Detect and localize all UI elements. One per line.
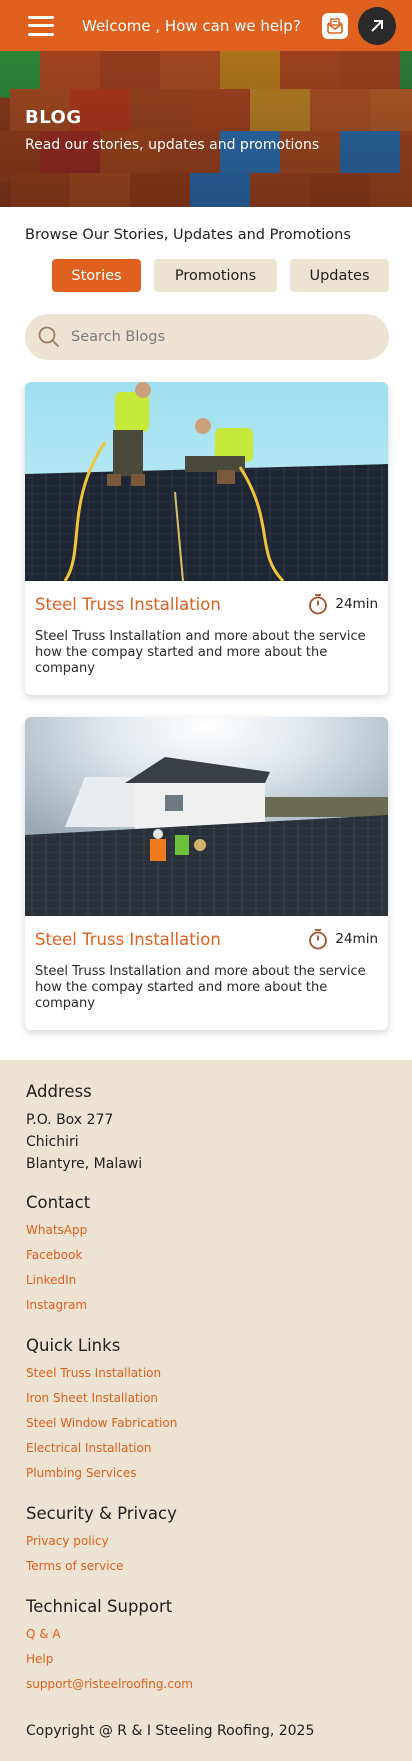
arrow-up-right-icon xyxy=(371,19,383,32)
blog-image-house-roof xyxy=(25,717,388,916)
address-line: Chichiri xyxy=(26,1134,79,1150)
mail-icon xyxy=(327,17,343,34)
copyright: Copyright @ R & I Steeling Roofing, 2025 xyxy=(26,1723,315,1739)
browse-heading: Browse Our Stories, Updates and Promotio… xyxy=(25,227,351,243)
blog-title[interactable]: Steel Truss Installation xyxy=(35,930,221,949)
footer-heading-security: Security & Privacy xyxy=(26,1504,177,1523)
address-line: Blantyre, Malawi xyxy=(26,1156,143,1172)
read-time: 24min xyxy=(307,928,378,950)
tab-promotions[interactable]: Promotions xyxy=(154,259,277,292)
blog-card[interactable]: Steel Truss Installation 24min Steel Tru… xyxy=(25,717,388,1030)
link-whatsapp[interactable]: WhatsApp xyxy=(26,1218,386,1243)
footer-heading-contact: Contact xyxy=(26,1193,91,1212)
link-plumbing[interactable]: Plumbing Services xyxy=(26,1461,386,1486)
tab-stories[interactable]: Stories xyxy=(52,259,141,292)
blog-tabs: Stories Promotions Updates xyxy=(0,259,412,292)
mail-button[interactable] xyxy=(322,12,348,39)
link-privacy-policy[interactable]: Privacy policy xyxy=(26,1529,386,1554)
hamburger-icon[interactable] xyxy=(28,15,54,36)
footer: Address P.O. Box 277 Chichiri Blantyre, … xyxy=(0,1060,412,1761)
page-title: BLOG xyxy=(25,107,82,128)
footer-heading-support: Technical Support xyxy=(26,1597,173,1616)
search-input[interactable] xyxy=(71,329,351,345)
search-icon xyxy=(38,326,59,347)
stopwatch-icon xyxy=(309,929,328,950)
blog-description: Steel Truss Installation and more about … xyxy=(35,629,366,676)
blog-card[interactable]: Steel Truss Installation 24min Steel Tru… xyxy=(25,382,388,695)
link-steel-truss[interactable]: Steel Truss Installation xyxy=(26,1361,386,1386)
address-block: P.O. Box 277 Chichiri Blantyre, Malawi xyxy=(26,1109,386,1175)
blog-image-roofers xyxy=(25,382,388,581)
link-iron-sheet[interactable]: Iron Sheet Installation xyxy=(26,1386,386,1411)
link-qa[interactable]: Q & A xyxy=(26,1622,386,1647)
read-time-value: 24min xyxy=(335,596,378,612)
tab-updates[interactable]: Updates xyxy=(290,259,389,292)
blog-description: Steel Truss Installation and more about … xyxy=(35,964,366,1011)
link-support-email[interactable]: support@risteelroofing.com xyxy=(26,1672,386,1697)
hero-banner: BLOG Read our stories, updates and promo… xyxy=(0,51,412,207)
welcome-text: Welcome , How can we help? xyxy=(82,16,301,35)
link-help[interactable]: Help xyxy=(26,1647,386,1672)
external-link-button[interactable] xyxy=(358,6,396,45)
link-linkedin[interactable]: LinkedIn xyxy=(26,1268,386,1293)
page-subtitle: Read our stories, updates and promotions xyxy=(25,137,320,153)
link-electrical[interactable]: Electrical Installation xyxy=(26,1436,386,1461)
link-instagram[interactable]: Instagram xyxy=(26,1293,386,1318)
address-line: P.O. Box 277 xyxy=(26,1112,114,1128)
footer-heading-address: Address xyxy=(26,1082,92,1101)
link-terms-of-service[interactable]: Terms of service xyxy=(26,1554,386,1579)
stopwatch-icon xyxy=(309,594,328,615)
link-steel-window[interactable]: Steel Window Fabrication xyxy=(26,1411,386,1436)
read-time: 24min xyxy=(307,593,378,615)
top-bar: Welcome , How can we help? xyxy=(0,0,412,51)
search-bar xyxy=(25,314,389,360)
blog-title[interactable]: Steel Truss Installation xyxy=(35,595,221,614)
link-facebook[interactable]: Facebook xyxy=(26,1243,386,1268)
read-time-value: 24min xyxy=(335,931,378,947)
footer-heading-quick-links: Quick Links xyxy=(26,1336,121,1355)
